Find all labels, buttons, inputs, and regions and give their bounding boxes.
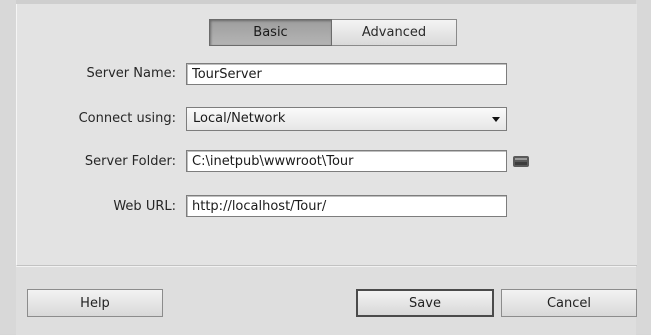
save-button[interactable]: Save: [356, 289, 494, 317]
cancel-button-label: Cancel: [546, 295, 592, 311]
connect-using-value: Local/Network: [193, 111, 286, 126]
folder-browse-icon[interactable]: [512, 153, 530, 169]
connect-using-select[interactable]: Local/Network: [186, 107, 507, 131]
server-folder-input[interactable]: [186, 150, 507, 172]
cancel-button[interactable]: Cancel: [501, 289, 637, 317]
web-url-label: Web URL:: [113, 199, 176, 214]
server-folder-label: Server Folder:: [84, 154, 176, 169]
tab-advanced[interactable]: Advanced: [332, 19, 457, 46]
server-name-label: Server Name:: [86, 66, 177, 81]
server-setup-dialog: Basic Advanced Server Name: Connect usin…: [0, 0, 651, 335]
help-button[interactable]: Help: [27, 289, 163, 317]
chevron-down-icon: [492, 117, 500, 122]
web-url-input[interactable]: [186, 195, 507, 217]
tab-basic[interactable]: Basic: [209, 19, 332, 46]
tab-strip: Basic Advanced: [209, 19, 457, 46]
dialog-right-edge: [636, 0, 651, 334]
tab-basic-label: Basic: [253, 25, 288, 40]
help-button-label: Help: [80, 295, 110, 311]
save-button-label: Save: [409, 295, 441, 311]
connect-using-label: Connect using:: [78, 111, 176, 126]
tab-advanced-label: Advanced: [361, 25, 427, 40]
server-name-input[interactable]: [186, 63, 507, 85]
